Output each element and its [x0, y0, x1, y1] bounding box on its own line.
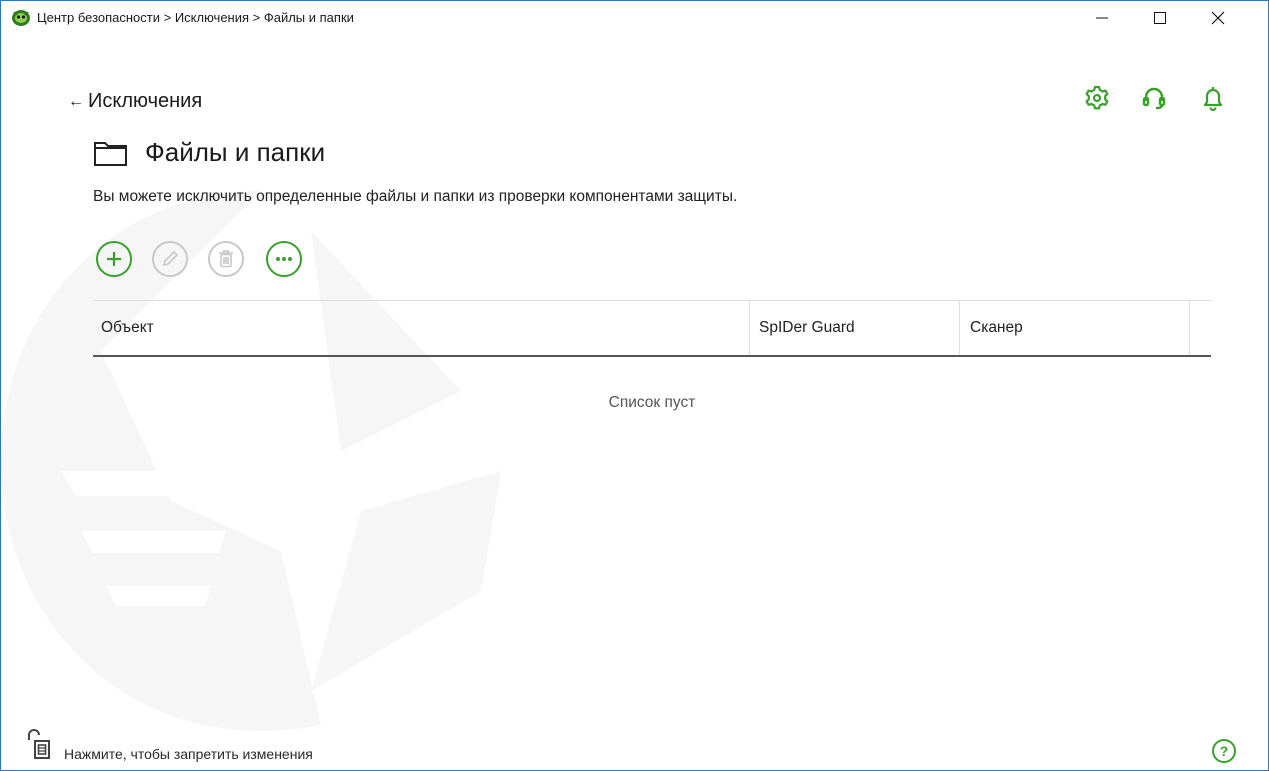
more-button[interactable] — [266, 241, 302, 277]
table-header: Объект SpIDer Guard Сканер — [93, 300, 1211, 357]
column-header-spider-guard[interactable]: SpIDer Guard — [749, 301, 959, 355]
settings-button[interactable] — [1082, 83, 1112, 113]
headset-icon — [1142, 87, 1166, 110]
bell-icon — [1203, 87, 1223, 111]
lock-changes-link[interactable]: Нажмите, чтобы запретить изменения — [64, 746, 313, 762]
help-button[interactable]: ? — [1212, 739, 1236, 763]
unlock-icon[interactable] — [25, 728, 55, 760]
help-icon: ? — [1219, 743, 1229, 759]
close-button[interactable] — [1195, 1, 1241, 35]
edit-button[interactable] — [152, 241, 188, 277]
page-title-text: Файлы и папки — [145, 137, 326, 167]
folder-icon — [94, 141, 127, 166]
support-button[interactable] — [1139, 83, 1169, 113]
page-title: Файлы и папки — [93, 137, 325, 168]
back-link-label: Исключения — [88, 90, 203, 112]
app-window: Центр безопасности > Исключения > Файлы … — [0, 0, 1269, 771]
gear-icon — [1085, 85, 1109, 110]
delete-button[interactable] — [208, 241, 244, 277]
add-button[interactable] — [96, 241, 132, 277]
app-logo-icon — [12, 10, 30, 26]
maximize-icon — [1154, 12, 1166, 24]
empty-list-message: Список пуст — [608, 394, 696, 411]
ellipsis-icon — [276, 257, 292, 261]
close-icon — [1211, 11, 1225, 25]
column-header-scanner[interactable]: Сканер — [959, 301, 1179, 355]
title-bar: Центр безопасности > Исключения > Файлы … — [1, 1, 1268, 35]
column-header-spacer — [1189, 301, 1211, 355]
minimize-icon — [1096, 17, 1108, 19]
back-link[interactable]: ← Исключения — [68, 90, 202, 113]
minimize-button[interactable] — [1079, 1, 1125, 35]
maximize-button[interactable] — [1137, 1, 1183, 35]
trash-icon — [219, 250, 233, 268]
arrow-left-icon: ← — [68, 92, 84, 110]
window-title: Центр безопасности > Исключения > Файлы … — [37, 10, 354, 25]
plus-icon — [107, 252, 121, 266]
page-description: Вы можете исключить определенные файлы и… — [93, 188, 738, 205]
exclusions-table: Объект SpIDer Guard Сканер Список пуст — [93, 300, 1211, 411]
notifications-button[interactable] — [1198, 83, 1228, 113]
pencil-icon — [163, 251, 178, 266]
column-header-object[interactable]: Объект — [93, 301, 749, 355]
